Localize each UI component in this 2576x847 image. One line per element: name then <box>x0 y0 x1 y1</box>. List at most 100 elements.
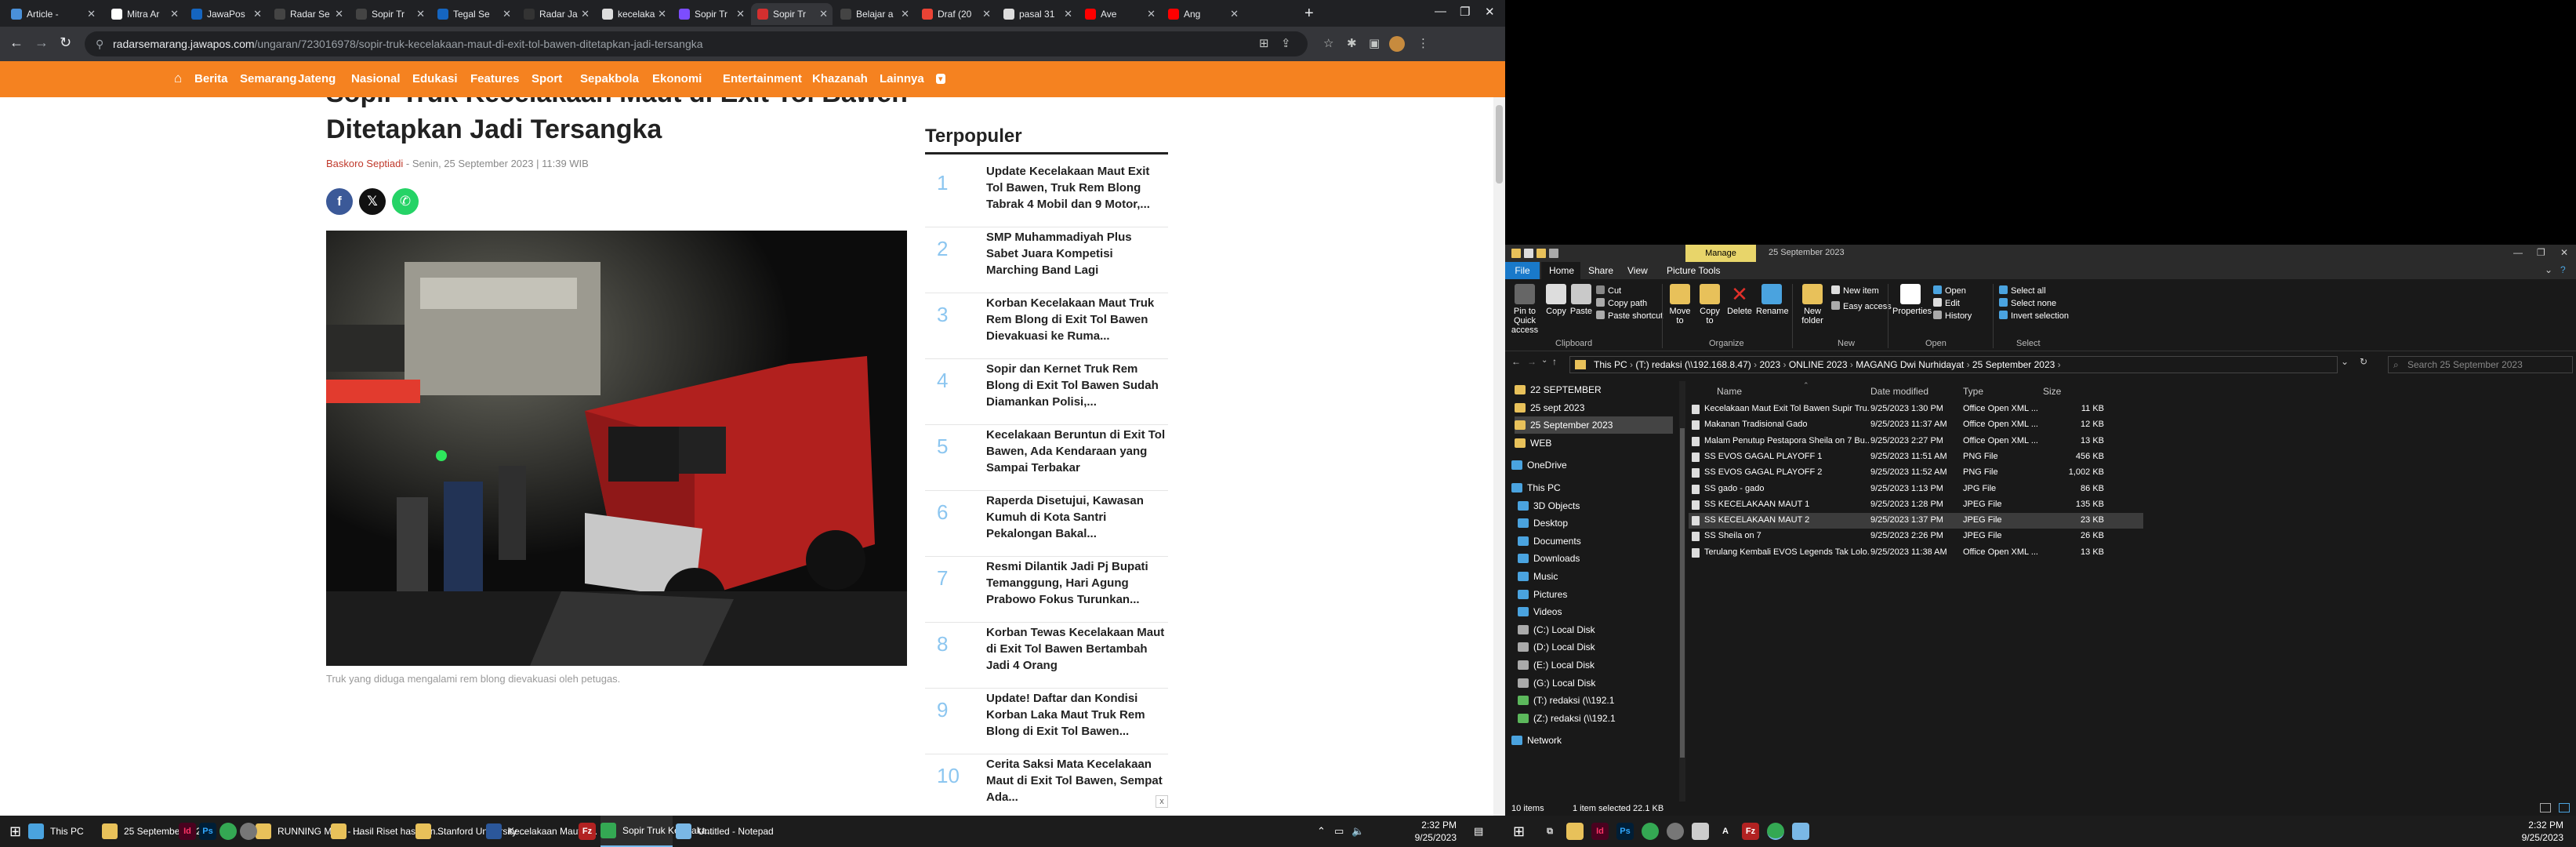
tree-item[interactable]: 25 sept 2023 <box>1515 399 1673 416</box>
popular-headline[interactable]: Kecelakaan Beruntun di Exit Tol Bawen, A… <box>986 427 1166 476</box>
browser-tab[interactable]: Mitra Ar ✕ <box>105 3 183 25</box>
nav-item[interactable]: Nasional <box>351 72 401 85</box>
tab-close-icon[interactable]: ✕ <box>1147 8 1156 20</box>
breadcrumb-item[interactable]: MAGANG Dwi Nurhidayat <box>1856 359 1964 370</box>
tree-item[interactable]: This PC <box>1511 479 1673 496</box>
popular-headline[interactable]: Raperda Disetujui, Kawasan Kumuh di Kota… <box>986 493 1166 542</box>
popular-item[interactable]: 6 Raperda Disetujui, Kawasan Kumuh di Kot… <box>925 491 1168 557</box>
browser-tab[interactable]: Article - ✕ <box>5 3 100 25</box>
move-to-button[interactable]: Move to <box>1667 284 1693 325</box>
volume-icon[interactable]: 🔈 <box>1351 825 1364 838</box>
close-icon[interactable]: ✕ <box>1485 5 1495 19</box>
file-row[interactable]: SS KECELAKAAN MAUT 1 9/25/2023 1:28 PM JPE… <box>1689 497 2143 513</box>
clock[interactable]: 2:32 PM 9/25/2023 <box>2485 819 2563 844</box>
filezilla-icon[interactable]: Fz <box>579 823 596 840</box>
breadcrumb-separator-icon[interactable]: › <box>1751 359 1760 370</box>
recent-dropdown-icon[interactable]: ⌄ <box>1541 356 1547 365</box>
close-icon[interactable]: ✕ <box>2560 247 2568 258</box>
file-row[interactable]: SS gado - gado 9/25/2023 1:13 PM JPG File 8… <box>1689 482 2143 497</box>
browser-tab[interactable]: Draf (20 ✕ <box>916 3 996 25</box>
sidepanel-icon[interactable]: ▣ <box>1369 36 1380 50</box>
back-icon[interactable]: ← <box>1511 356 1521 367</box>
nav-item[interactable]: Edukasi <box>412 72 458 85</box>
popular-item[interactable]: 1 Update Kecelakaan Maut Exit Tol Bawen, … <box>925 162 1168 227</box>
browser-tab[interactable]: Radar Se ✕ <box>268 3 348 25</box>
select-none-button[interactable]: Select none <box>1999 298 2056 308</box>
network-icon[interactable]: ▭ <box>1334 825 1344 838</box>
help-icon[interactable]: ? <box>2560 264 2566 275</box>
nav-item[interactable]: Entertainment <box>723 72 802 85</box>
breadcrumb-separator-icon[interactable]: › <box>1780 359 1789 370</box>
browser-tab[interactable]: Belajar a ✕ <box>834 3 914 25</box>
chrome-icon[interactable] <box>220 823 237 840</box>
ribbon-collapse-icon[interactable]: ⌄ <box>2545 264 2552 275</box>
home-icon[interactable]: ⌂ <box>174 71 182 86</box>
popular-item[interactable]: 8 Korban Tewas Kecelakaan Maut di Exit To… <box>925 623 1168 689</box>
popular-headline[interactable]: Update Kecelakaan Maut Exit Tol Bawen, T… <box>986 163 1166 213</box>
word-icon[interactable] <box>1692 823 1709 840</box>
facebook-share-icon[interactable]: f <box>326 188 353 215</box>
popular-headline[interactable]: Sopir dan Kernet Truk Rem Blong di Exit … <box>986 361 1166 410</box>
nav-item[interactable]: Khazanah <box>812 72 868 85</box>
new-tab-button[interactable]: + <box>1304 5 1314 23</box>
browser-tab[interactable]: Ave ✕ <box>1079 3 1160 25</box>
reload-icon[interactable]: ↻ <box>60 35 71 51</box>
file-row[interactable]: SS EVOS GAGAL PLAYOFF 1 9/25/2023 11:51 A… <box>1689 449 2143 465</box>
photoshop-icon[interactable]: Ps <box>199 823 216 840</box>
popular-headline[interactable]: Korban Tewas Kecelakaan Maut di Exit Tol… <box>986 624 1166 674</box>
search-input[interactable]: ⌕ Search 25 September 2023 <box>2388 356 2573 373</box>
tree-scrollbar[interactable] <box>1679 381 1685 802</box>
browser-tab[interactable]: kecelaka ✕ <box>596 3 671 25</box>
tree-item[interactable]: (G:) Local Disk <box>1518 674 1673 692</box>
extensions-icon[interactable]: ✱ <box>1347 36 1357 50</box>
taskbar-window-button[interactable]: Untitled - Notepad <box>676 816 778 847</box>
browser-tab[interactable]: pasal 31 ✕ <box>997 3 1077 25</box>
copy-to-button[interactable]: Copy to <box>1696 284 1723 325</box>
taskbar-window-button[interactable]: Stanford University ... <box>415 816 528 847</box>
refresh-icon[interactable]: ↻ <box>2360 356 2367 367</box>
popular-item[interactable]: 5 Kecelakaan Beruntun di Exit Tol Bawen, … <box>925 425 1168 491</box>
large-icons-view-icon[interactable] <box>2559 803 2570 812</box>
tree-item[interactable]: 3D Objects <box>1518 497 1673 514</box>
forward-icon[interactable]: → <box>34 35 49 51</box>
scroll-thumb[interactable] <box>1496 105 1503 184</box>
tab-share[interactable]: Share <box>1588 265 1613 276</box>
browser-tab[interactable]: Tegal Se ✕ <box>431 3 516 25</box>
file-row[interactable]: Makanan Tradisional Gado 9/25/2023 11:37 … <box>1689 417 2143 433</box>
breadcrumb-separator-icon[interactable]: › <box>2055 359 2061 370</box>
delete-button[interactable]: ✕ Delete <box>1726 284 1753 316</box>
adobe-icon[interactable] <box>549 823 566 840</box>
properties-button[interactable]: Properties <box>1892 284 1932 316</box>
windows-start-icon[interactable]: ⊞ <box>9 816 21 847</box>
taskbar-window-button[interactable]: Sopir Truk Kecelaka... <box>600 816 714 847</box>
notification-icon[interactable]: ▤ <box>1474 825 1483 838</box>
taskbar-window-button[interactable]: Hasil Riset hasil tan... <box>331 816 443 847</box>
tree-item[interactable]: (C:) Local Disk <box>1518 621 1673 638</box>
breadcrumb-item[interactable]: ONLINE 2023 <box>1789 359 1848 370</box>
tab-close-icon[interactable]: ✕ <box>658 8 666 20</box>
new-folder-quick-icon[interactable] <box>1537 249 1546 258</box>
popular-item[interactable]: 2 SMP Muhammadiyah Plus Sabet Juara Kompe… <box>925 227 1168 293</box>
invert-selection-button[interactable]: Invert selection <box>1999 311 2069 321</box>
popular-headline[interactable]: SMP Muhammadiyah Plus Sabet Juara Kompet… <box>986 229 1166 278</box>
file-explorer-icon[interactable] <box>1566 823 1584 840</box>
edit-button[interactable]: Edit <box>1933 298 1960 308</box>
adobe-icon[interactable]: A <box>1717 823 1734 840</box>
tab-close-icon[interactable]: ✕ <box>170 8 179 20</box>
popular-headline[interactable]: Korban Kecelakaan Maut Truk Rem Blong di… <box>986 295 1166 344</box>
tab-close-icon[interactable]: ✕ <box>736 8 745 20</box>
app-icon[interactable] <box>1667 823 1684 840</box>
tree-item[interactable]: Music <box>1518 568 1673 585</box>
filezilla-icon[interactable]: Fz <box>1742 823 1759 840</box>
author-link[interactable]: Baskoro Septiadi <box>326 158 403 169</box>
minimize-icon[interactable]: — <box>2513 247 2523 258</box>
tab-close-icon[interactable]: ✕ <box>253 8 262 20</box>
tree-item[interactable]: Network <box>1511 732 1673 749</box>
minimize-icon[interactable]: — <box>1435 5 1446 18</box>
breadcrumb-separator-icon[interactable]: › <box>1627 359 1636 370</box>
x-share-icon[interactable]: 𝕏 <box>359 188 386 215</box>
taskbar-window-button[interactable]: This PC <box>28 816 99 847</box>
windows-start-icon[interactable]: ⊞ <box>1513 816 1525 847</box>
breadcrumb-separator-icon[interactable]: › <box>1964 359 1972 370</box>
browser-tab[interactable]: Sopir Tr ✕ <box>673 3 749 25</box>
